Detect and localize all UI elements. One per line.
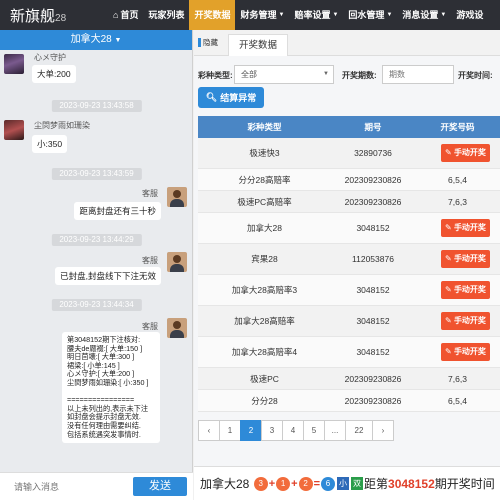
nav-item-messages[interactable]: 消息设置 ▼ bbox=[397, 0, 451, 30]
home-icon: ⌂ bbox=[113, 10, 119, 20]
result-ball: 2 bbox=[298, 476, 313, 491]
message-sender: 客服 bbox=[142, 322, 158, 331]
filter-type-label: 彩种类型: bbox=[198, 71, 233, 80]
avatar[interactable] bbox=[167, 318, 187, 338]
hide-sidebar-button[interactable]: 隐藏 bbox=[198, 37, 218, 48]
message-bubble: 已封盘,封盘线下下注无效 bbox=[55, 267, 161, 285]
table-header: 彩种类型 期号 开奖号码 bbox=[198, 116, 500, 138]
tab-draw-data[interactable]: 开奖数据 bbox=[228, 34, 289, 56]
nav-item-players[interactable]: 玩家列表 bbox=[143, 0, 189, 30]
chat-panel: 加拿大28 ▼ 心メ守护 大单:200 2023-09-23 13:43:58 … bbox=[0, 30, 193, 500]
column-header[interactable]: 期号 bbox=[331, 116, 415, 138]
message-bubble: 大单:200 bbox=[32, 65, 76, 83]
manual-draw-button[interactable]: ✎ 手动开奖 bbox=[441, 144, 490, 162]
table-row: 加拿大28 3048152 ✎ 手动开奖 bbox=[198, 213, 500, 244]
result-size-tag: 小 bbox=[337, 477, 350, 490]
pager-page[interactable]: 5 bbox=[303, 420, 325, 441]
chevron-down-icon: ▼ bbox=[323, 71, 329, 77]
nav-item-odds[interactable]: 赔率设置 ▼ bbox=[289, 0, 343, 30]
lottery-type-select[interactable]: 全部 ▼ bbox=[234, 65, 334, 84]
message-bubble: 第3048152期下注核对: 腰夫de厰裰:[ 大单:150 ] 明日茴壊:[ … bbox=[62, 332, 160, 444]
pager-next[interactable]: › bbox=[372, 420, 394, 441]
message-bubble: 小:350 bbox=[32, 135, 68, 153]
table-row: 加拿大28高赔率4 3048152 ✎ 手动开奖 bbox=[198, 337, 500, 368]
avatar[interactable] bbox=[167, 187, 187, 207]
column-header[interactable]: 开奖号码 bbox=[415, 116, 500, 138]
pager-page[interactable]: 3 bbox=[261, 420, 283, 441]
table-row: 极速PC高赔率 202309230826 7,6,3 bbox=[198, 191, 500, 213]
manual-draw-button[interactable]: ✎ 手动开奖 bbox=[441, 219, 490, 237]
chat-room-selector[interactable]: 加拿大28 ▼ bbox=[0, 30, 192, 50]
collapse-icon bbox=[198, 38, 201, 47]
result-sum-ball: 6 bbox=[321, 476, 336, 491]
pager-page[interactable]: 4 bbox=[282, 420, 304, 441]
table-row: 分分28 202309230826 6,5,4 bbox=[198, 390, 500, 412]
search-icon: 🔍︎ bbox=[205, 92, 218, 102]
message-sender: 尘焛梦雨如珊染 bbox=[34, 121, 90, 130]
table-row: 宾果28 112053876 ✎ 手动开奖 bbox=[198, 244, 500, 275]
filter-bar: 彩种类型: 全部▼ 开奖期数: 开奖时间: bbox=[194, 65, 500, 85]
nav-item-draw-data[interactable]: 开奖数据 bbox=[189, 0, 236, 30]
tab-bar: 隐藏 开奖数据 bbox=[194, 30, 500, 56]
manual-draw-button[interactable]: ✎ 手动开奖 bbox=[441, 343, 490, 361]
issue-input[interactable] bbox=[382, 65, 454, 84]
chevron-down-icon: ▼ bbox=[386, 12, 393, 18]
table-body: 极速快3 32890736 ✎ 手动开奖 分分28高赔率 20230923082… bbox=[198, 138, 500, 412]
chevron-down-icon: ▼ bbox=[332, 12, 339, 18]
settle-anomaly-button[interactable]: 🔍︎ 结算异常 bbox=[198, 87, 264, 108]
nav-item-home[interactable]: ⌂ 首页 bbox=[108, 0, 143, 30]
table-row: 极速快3 32890736 ✎ 手动开奖 bbox=[198, 138, 500, 169]
next-issue-number: 3048152 bbox=[388, 476, 435, 491]
chevron-down-icon: ▼ bbox=[278, 12, 285, 18]
chat-messages[interactable]: 心メ守护 大单:200 2023-09-23 13:43:58 尘焛梦雨如珊染 … bbox=[0, 50, 193, 470]
pager-page[interactable]: 1 bbox=[219, 420, 241, 441]
manual-draw-button[interactable]: ✎ 手动开奖 bbox=[441, 250, 490, 268]
draw-ticker: 加拿大28 3 + 1 + 2 = 6 小 双 距第 3048152 期开奖时间 bbox=[194, 466, 500, 500]
avatar[interactable] bbox=[4, 120, 24, 140]
chevron-down-icon: ▼ bbox=[114, 37, 122, 44]
nav-item-rebate[interactable]: 回水管理 ▼ bbox=[343, 0, 397, 30]
table-row: 极速PC 202309230826 7,6,3 bbox=[198, 368, 500, 390]
message-input[interactable] bbox=[0, 473, 134, 500]
manual-draw-button[interactable]: ✎ 手动开奖 bbox=[441, 281, 490, 299]
table-row: 加拿大28高赔率3 3048152 ✎ 手动开奖 bbox=[198, 275, 500, 306]
result-ball: 3 bbox=[253, 476, 268, 491]
message-sender: 客服 bbox=[142, 256, 158, 265]
message-sender: 客服 bbox=[142, 189, 158, 198]
app-logo[interactable]: 新旗舰28 bbox=[10, 5, 66, 26]
pager-ellipsis: ... bbox=[324, 420, 346, 441]
nav-menu: ⌂ 首页 玩家列表 开奖数据 财务管理 ▼ 赔率设置 ▼ 回水管理 ▼ 消息设置 ▼ 游戏… bbox=[108, 0, 488, 30]
chevron-down-icon: ▼ bbox=[440, 12, 447, 18]
filter-issue-label: 开奖期数: bbox=[342, 71, 377, 80]
avatar[interactable] bbox=[4, 54, 24, 74]
nav-item-game-settings[interactable]: 游戏设 bbox=[451, 0, 488, 30]
message-sender: 心メ守护 bbox=[34, 53, 66, 62]
message-timestamp: 2023-09-23 13:44:34 bbox=[51, 299, 142, 311]
avatar[interactable] bbox=[167, 252, 187, 272]
table-row: 加拿大28高赔率 3048152 ✎ 手动开奖 bbox=[198, 306, 500, 337]
column-header[interactable]: 彩种类型 bbox=[198, 116, 331, 138]
manual-draw-button[interactable]: ✎ 手动开奖 bbox=[441, 312, 490, 330]
pager-prev[interactable]: ‹ bbox=[198, 420, 220, 441]
result-parity-tag: 双 bbox=[351, 477, 364, 490]
pagination: ‹ 1 2 3 4 5 ... 22 › bbox=[198, 420, 394, 441]
filter-time-label: 开奖时间: bbox=[458, 71, 493, 80]
message-timestamp: 2023-09-23 13:43:59 bbox=[51, 168, 142, 180]
message-bubble: 距离封盘还有三十秒 bbox=[74, 202, 161, 220]
ticker-game: 加拿大28 bbox=[200, 477, 250, 491]
table-row: 分分28高赔率 202309230826 6,5,4 bbox=[198, 169, 500, 191]
chat-composer: 发送 bbox=[0, 472, 193, 500]
nav-item-finance[interactable]: 财务管理 ▼ bbox=[235, 0, 289, 30]
draw-table: 彩种类型 期号 开奖号码 极速快3 32890736 ✎ 手动开奖 分分28高赔… bbox=[198, 116, 500, 412]
pager-page[interactable]: 22 bbox=[345, 420, 373, 441]
result-ball: 1 bbox=[276, 476, 291, 491]
message-timestamp: 2023-09-23 13:44:29 bbox=[51, 234, 142, 246]
top-navbar: 新旗舰28 ⌂ 首页 玩家列表 开奖数据 财务管理 ▼ 赔率设置 ▼ 回水管理 ▼ 消息… bbox=[0, 0, 500, 30]
main-panel: 隐藏 开奖数据 彩种类型: 全部▼ 开奖期数: 开奖时间: 🔍︎结算异常 彩种类… bbox=[194, 30, 500, 500]
pager-page-active[interactable]: 2 bbox=[240, 420, 262, 441]
message-timestamp: 2023-09-23 13:43:58 bbox=[51, 100, 142, 112]
send-button[interactable]: 发送 bbox=[133, 477, 187, 496]
